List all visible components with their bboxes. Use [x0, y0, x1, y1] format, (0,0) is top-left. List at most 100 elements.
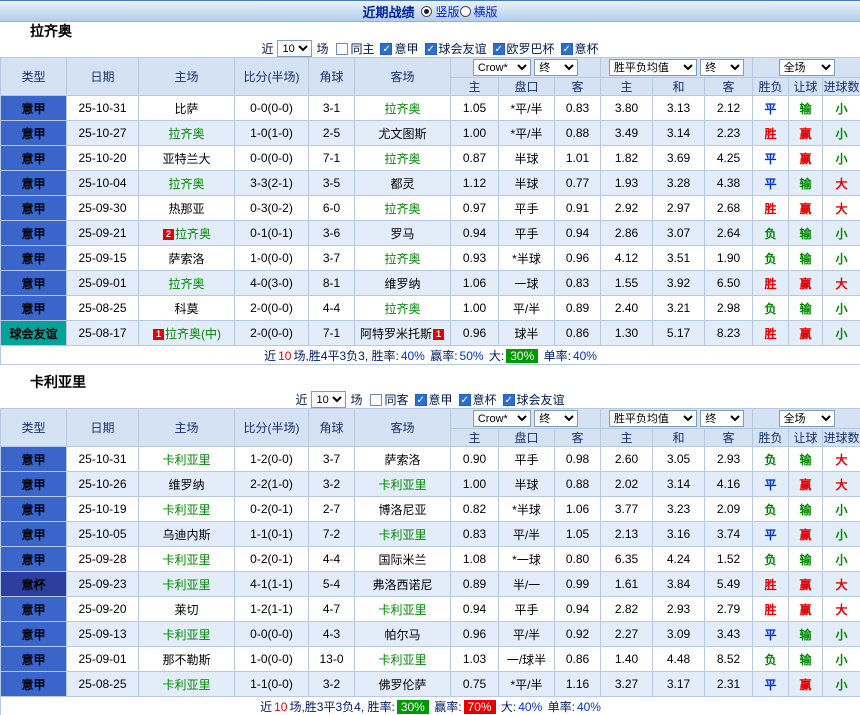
- match-score[interactable]: 1-2(0-0): [235, 447, 309, 472]
- home-team[interactable]: 比萨: [139, 96, 235, 121]
- odds-final-select[interactable]: 终: [534, 410, 578, 427]
- home-team[interactable]: 拉齐奥: [139, 271, 235, 296]
- league-type[interactable]: 意甲: [1, 196, 67, 221]
- match-score[interactable]: 2-2(1-0): [235, 472, 309, 497]
- match-score[interactable]: 0-0(0-0): [235, 96, 309, 121]
- match-score[interactable]: 0-1(0-1): [235, 221, 309, 246]
- home-team[interactable]: 热那亚: [139, 196, 235, 221]
- match-score[interactable]: 0-2(0-1): [235, 547, 309, 572]
- league-type[interactable]: 意杯: [1, 572, 67, 597]
- avg-metric-select[interactable]: 胜平负均值: [609, 59, 697, 76]
- home-team[interactable]: 卡利亚里: [139, 497, 235, 522]
- away-team[interactable]: 都灵: [355, 171, 451, 196]
- filter-欧罗巴杯[interactable]: 欧罗巴杯: [493, 40, 555, 57]
- home-team[interactable]: 卡利亚里: [139, 622, 235, 647]
- home-team[interactable]: 萨索洛: [139, 246, 235, 271]
- away-team[interactable]: 拉齐奥: [355, 146, 451, 171]
- away-team[interactable]: 萨索洛: [355, 447, 451, 472]
- filter-同客[interactable]: 同客: [370, 391, 408, 408]
- match-score[interactable]: 1-0(0-0): [235, 647, 309, 672]
- league-type[interactable]: 意甲: [1, 522, 67, 547]
- home-team[interactable]: 卡利亚里: [139, 672, 235, 697]
- scope-select[interactable]: 全场: [779, 410, 835, 427]
- odds-final-select[interactable]: 终: [534, 59, 578, 76]
- match-score[interactable]: 2-0(0-0): [235, 321, 309, 346]
- league-type[interactable]: 意甲: [1, 171, 67, 196]
- league-type[interactable]: 意甲: [1, 497, 67, 522]
- away-team[interactable]: 维罗纳: [355, 271, 451, 296]
- home-team[interactable]: 维罗纳: [139, 472, 235, 497]
- away-team[interactable]: 卡利亚里: [355, 647, 451, 672]
- filter-同主[interactable]: 同主: [336, 40, 374, 57]
- away-team[interactable]: 国际米兰: [355, 547, 451, 572]
- match-score[interactable]: 1-2(1-1): [235, 597, 309, 622]
- view-option-0[interactable]: 竖版: [421, 3, 459, 20]
- odds-company-select[interactable]: Crow*: [473, 410, 531, 427]
- avg-final-select[interactable]: 终: [700, 59, 744, 76]
- match-count-select[interactable]: 10: [277, 40, 312, 57]
- away-team[interactable]: 卡利亚里: [355, 597, 451, 622]
- match-score[interactable]: 0-3(0-2): [235, 196, 309, 221]
- home-team[interactable]: 1拉齐奥(中): [139, 321, 235, 346]
- league-type[interactable]: 意甲: [1, 296, 67, 321]
- away-team[interactable]: 罗马: [355, 221, 451, 246]
- away-team[interactable]: 博洛尼亚: [355, 497, 451, 522]
- league-type[interactable]: 意甲: [1, 672, 67, 697]
- match-score[interactable]: 1-1(0-0): [235, 672, 309, 697]
- league-type[interactable]: 意甲: [1, 547, 67, 572]
- away-team[interactable]: 阿特罗米托斯1: [355, 321, 451, 346]
- home-team[interactable]: 卡利亚里: [139, 572, 235, 597]
- match-score[interactable]: 0-0(0-0): [235, 146, 309, 171]
- league-type[interactable]: 意甲: [1, 271, 67, 296]
- filter-意杯[interactable]: 意杯: [459, 391, 497, 408]
- home-team[interactable]: 亚特兰大: [139, 146, 235, 171]
- away-team[interactable]: 佛罗伦萨: [355, 672, 451, 697]
- match-score[interactable]: 0-0(0-0): [235, 622, 309, 647]
- home-team[interactable]: 莱切: [139, 597, 235, 622]
- league-type[interactable]: 意甲: [1, 121, 67, 146]
- league-type[interactable]: 意甲: [1, 447, 67, 472]
- scope-select[interactable]: 全场: [779, 59, 835, 76]
- home-team[interactable]: 卡利亚里: [139, 447, 235, 472]
- match-count-select[interactable]: 10: [311, 391, 346, 408]
- league-type[interactable]: 意甲: [1, 246, 67, 271]
- away-team[interactable]: 尤文图斯: [355, 121, 451, 146]
- match-score[interactable]: 2-0(0-0): [235, 296, 309, 321]
- home-team[interactable]: 卡利亚里: [139, 547, 235, 572]
- filter-球会友谊[interactable]: 球会友谊: [425, 40, 487, 57]
- away-team[interactable]: 拉齐奥: [355, 196, 451, 221]
- league-type[interactable]: 意甲: [1, 221, 67, 246]
- match-score[interactable]: 4-1(1-1): [235, 572, 309, 597]
- away-team[interactable]: 拉齐奥: [355, 296, 451, 321]
- home-team[interactable]: 2拉齐奥: [139, 221, 235, 246]
- home-team[interactable]: 拉齐奥: [139, 171, 235, 196]
- filter-意杯[interactable]: 意杯: [561, 40, 599, 57]
- league-type[interactable]: 球会友谊: [1, 321, 67, 346]
- league-type[interactable]: 意甲: [1, 96, 67, 121]
- league-type[interactable]: 意甲: [1, 146, 67, 171]
- avg-final-select[interactable]: 终: [700, 410, 744, 427]
- filter-球会友谊[interactable]: 球会友谊: [503, 391, 565, 408]
- home-team[interactable]: 乌迪内斯: [139, 522, 235, 547]
- odds-company-select[interactable]: Crow*: [473, 59, 531, 76]
- away-team[interactable]: 弗洛西诺尼: [355, 572, 451, 597]
- view-option-1[interactable]: 横版: [460, 3, 498, 20]
- match-score[interactable]: 4-0(3-0): [235, 271, 309, 296]
- filter-意甲[interactable]: 意甲: [380, 40, 418, 57]
- league-type[interactable]: 意甲: [1, 597, 67, 622]
- home-team[interactable]: 拉齐奥: [139, 121, 235, 146]
- away-team[interactable]: 拉齐奥: [355, 96, 451, 121]
- away-team[interactable]: 帕尔马: [355, 622, 451, 647]
- away-team[interactable]: 卡利亚里: [355, 472, 451, 497]
- match-score[interactable]: 1-0(1-0): [235, 121, 309, 146]
- match-score[interactable]: 3-3(2-1): [235, 171, 309, 196]
- league-type[interactable]: 意甲: [1, 622, 67, 647]
- league-type[interactable]: 意甲: [1, 472, 67, 497]
- match-score[interactable]: 1-1(0-1): [235, 522, 309, 547]
- home-team[interactable]: 科莫: [139, 296, 235, 321]
- match-score[interactable]: 1-0(0-0): [235, 246, 309, 271]
- league-type[interactable]: 意甲: [1, 647, 67, 672]
- match-score[interactable]: 0-2(0-1): [235, 497, 309, 522]
- away-team[interactable]: 拉齐奥: [355, 246, 451, 271]
- home-team[interactable]: 那不勒斯: [139, 647, 235, 672]
